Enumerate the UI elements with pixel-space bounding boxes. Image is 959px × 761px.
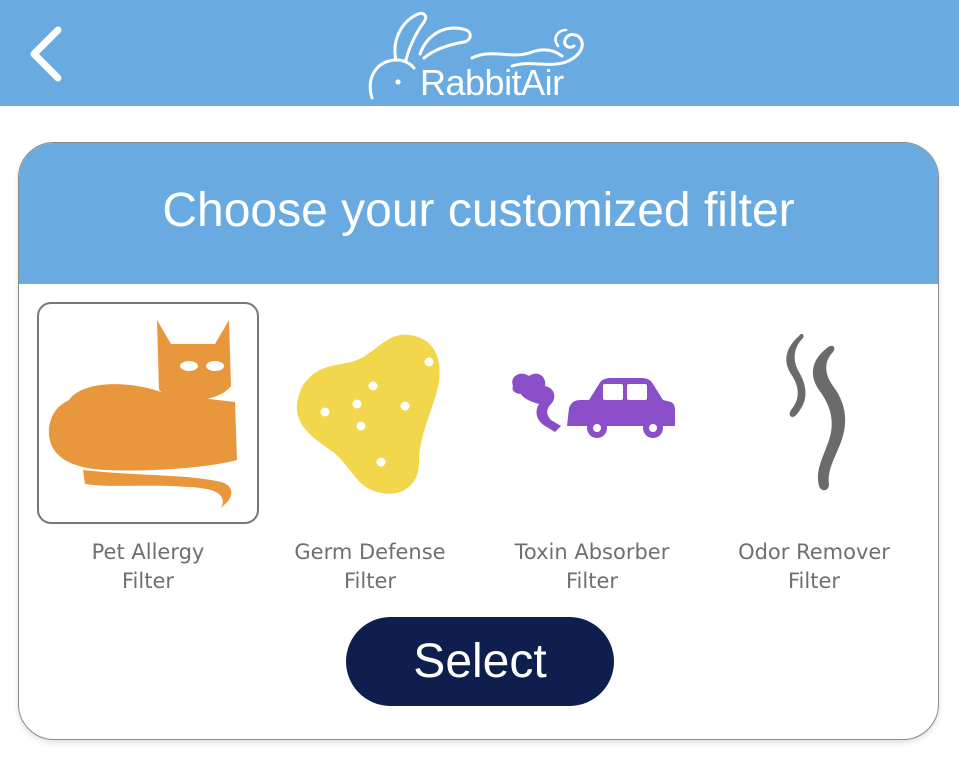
filter-icon-box (703, 302, 925, 524)
filter-label-line2: Filter (787, 569, 840, 593)
filter-chooser-card: Choose your customized filter Pet Allerg… (18, 142, 939, 740)
filter-option-pet-allergy[interactable]: Pet Allergy Filter (37, 302, 259, 602)
filter-icon-box (259, 302, 481, 524)
filter-option-germ-defense[interactable]: Germ Defense Filter (259, 302, 481, 602)
filter-option-odor-remover[interactable]: Odor Remover Filter (703, 302, 925, 602)
card-title: Choose your customized filter (162, 184, 795, 237)
filter-option-toxin-absorber[interactable]: Toxin Absorber Filter (481, 302, 703, 602)
back-button[interactable] (22, 18, 78, 88)
card-header: Choose your customized filter (19, 143, 938, 284)
odor-smoke-icon (786, 333, 846, 491)
filter-label: Odor Remover Filter (683, 538, 938, 596)
filter-label-line1: Odor Remover (738, 540, 890, 564)
filter-icon-box (481, 302, 703, 524)
cat-icon (48, 320, 238, 508)
rabbit-air-logo: RabbitAir (362, 8, 598, 104)
car-exhaust-icon (512, 373, 675, 438)
germ-icon (296, 334, 440, 494)
chevron-left-icon (30, 26, 62, 82)
select-button[interactable]: Select (346, 617, 614, 706)
filter-icon-box (37, 302, 259, 524)
logo-text: RabbitAir (420, 62, 564, 103)
top-bar: RabbitAir (0, 0, 959, 106)
